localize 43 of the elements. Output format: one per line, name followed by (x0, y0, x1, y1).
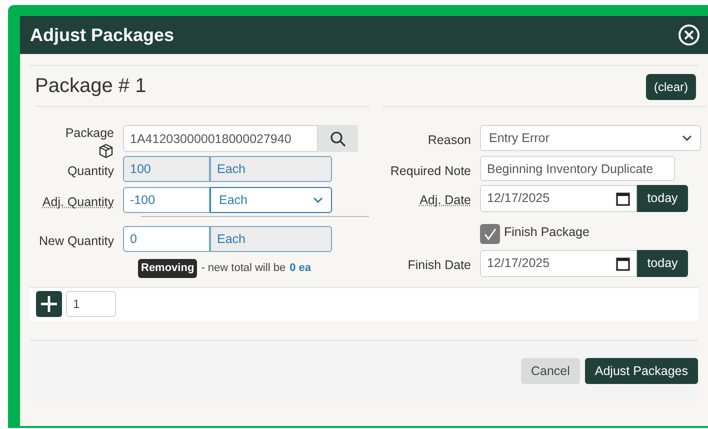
field-label: Adj. Quantity (42, 194, 114, 211)
check-icon (483, 227, 497, 241)
chevron-icon (682, 135, 692, 141)
cancel-button[interactable]: Cancel (520, 358, 580, 384)
field-label: Quantity (67, 163, 114, 180)
unit-select[interactable]: Each (210, 187, 332, 213)
package-field[interactable]: 1A412030000018000027940 (123, 125, 318, 152)
date-field[interactable]: 12/17/2025 (480, 185, 637, 212)
field-label: New Quantity (38, 233, 114, 250)
calendar-icon[interactable] (616, 191, 630, 206)
window-title: Adjust Packages (30, 24, 174, 47)
clear-button[interactable]: (clear) (646, 74, 696, 100)
status-message: - new total will be (201, 261, 286, 276)
close-icon[interactable] (678, 24, 700, 46)
submit-button[interactable]: Adjust Packages (584, 358, 698, 384)
quantity-field[interactable]: 100 (123, 156, 210, 182)
plus-icon (40, 295, 58, 313)
field-label: Adj. Date (420, 192, 471, 209)
finish-checkbox[interactable] (480, 224, 500, 244)
field-label: Finish Date (408, 257, 471, 274)
note-field[interactable]: Beginning Inventory Duplicate (480, 156, 675, 181)
calendar-icon[interactable] (616, 256, 630, 271)
date-field[interactable]: 12/17/2025 (480, 250, 637, 277)
field-label: Package (65, 125, 114, 142)
quantity-field[interactable]: -100 (123, 187, 210, 213)
package-heading: Package # 1 (35, 74, 146, 98)
today-button[interactable]: today (637, 250, 688, 277)
box-icon (98, 142, 114, 159)
status-badge: Removing (138, 259, 198, 278)
today-button[interactable]: today (637, 185, 688, 212)
field-label: Reason (428, 132, 471, 149)
reason-select[interactable]: Entry Error (480, 125, 701, 151)
search-icon (330, 130, 346, 146)
chevron-icon (313, 197, 323, 203)
quantity-field[interactable]: 0 (123, 226, 210, 252)
add-button[interactable] (36, 291, 62, 317)
new-total: 0 ea (290, 261, 311, 276)
search-button[interactable] (318, 125, 358, 152)
checkbox-label: Finish Package (504, 224, 590, 241)
unit-field: Each (210, 156, 332, 182)
unit-field: Each (210, 226, 332, 252)
field-label: Required Note (390, 163, 471, 180)
count-field[interactable]: 1 (66, 291, 116, 317)
